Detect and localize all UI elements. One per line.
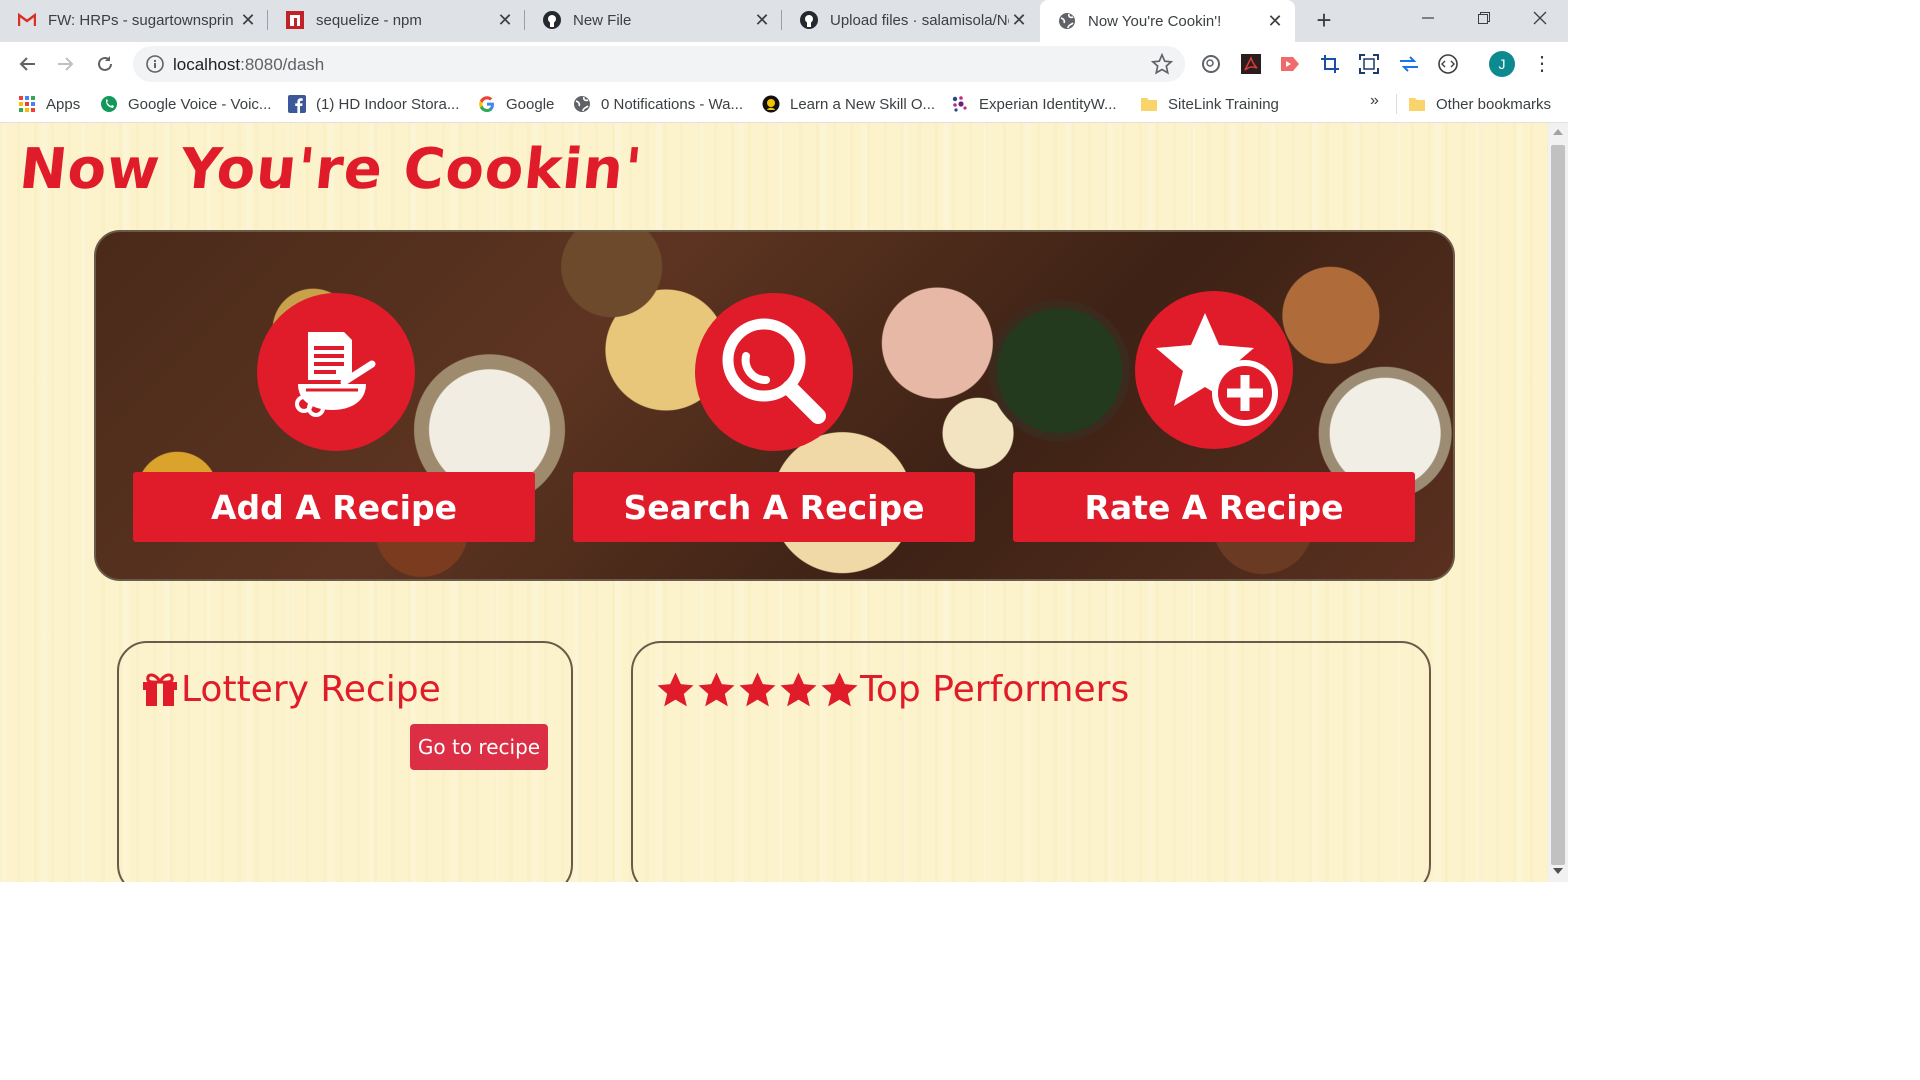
star-plus-icon[interactable] — [1135, 291, 1293, 449]
tab-title: Upload files · salamisola/No — [830, 11, 1009, 29]
github-icon — [800, 11, 818, 29]
lottery-recipe-title: Lottery Recipe — [141, 669, 441, 710]
bookmark-label: Learn a New Skill O... — [790, 95, 936, 113]
bookmark-label: Google — [506, 95, 555, 113]
close-tab-icon[interactable]: ✕ — [238, 10, 258, 31]
google-voice-icon — [100, 95, 118, 113]
globe-icon — [573, 95, 591, 113]
star-icon — [780, 672, 817, 706]
experian-icon — [951, 95, 969, 113]
tab-new-file[interactable]: New File ✕ — [525, 0, 782, 40]
tab-title: FW: HRPs - sugartownsprin — [48, 11, 234, 29]
bookmark-notifications[interactable]: 0 Notifications - Wa... — [573, 94, 743, 114]
page-viewport: Now You're Cookin' Add A Recipe Search A… — [0, 123, 1548, 882]
bookmark-label: (1) HD Indoor Stora... — [316, 95, 460, 113]
gift-icon — [141, 672, 179, 708]
folder-icon — [1408, 95, 1426, 113]
devtools-extension-icon[interactable] — [1436, 52, 1460, 76]
bookmark-label: Other bookmarks — [1436, 95, 1552, 113]
google-icon — [478, 95, 496, 113]
card-title-text: Top Performers — [860, 669, 1130, 710]
bookmark-label: 0 Notifications - Wa... — [601, 95, 743, 113]
pdf-extension-icon[interactable] — [1239, 52, 1263, 76]
crop-extension-icon[interactable] — [1318, 52, 1342, 76]
bookmark-label: Apps — [46, 95, 81, 113]
scroll-thumb[interactable] — [1551, 145, 1565, 865]
gmail-icon — [18, 11, 36, 29]
hero-banner: Add A Recipe Search A Recipe Rate A Reci… — [94, 230, 1455, 581]
reload-icon[interactable] — [91, 50, 119, 78]
rating-stars — [655, 670, 860, 710]
bookmark-google-voice[interactable]: Google Voice - Voic... — [100, 94, 271, 114]
top-performers-card: Top Performers — [631, 641, 1431, 882]
lottery-recipe-card: Lottery Recipe Go to recipe — [117, 641, 573, 882]
bookmark-google[interactable]: Google — [478, 94, 554, 114]
bookmark-sitelink-training[interactable]: SiteLink Training — [1140, 94, 1279, 114]
bookmarks-overflow-button[interactable]: » — [1370, 92, 1379, 110]
close-tab-icon[interactable]: ✕ — [1265, 11, 1285, 32]
browser-toolbar: localhost:8080/dash J ⋮ — [0, 42, 1568, 86]
zoom-extension-icon[interactable] — [1199, 52, 1223, 76]
tab-npm[interactable]: sequelize - npm ✕ — [268, 0, 525, 40]
star-icon — [739, 672, 776, 706]
search-recipe-button[interactable]: Search A Recipe — [573, 472, 975, 542]
recipe-bowl-icon[interactable] — [257, 293, 415, 451]
tab-now-youre-cookin[interactable]: Now You're Cookin'! ✕ — [1040, 0, 1295, 42]
bookmark-experian[interactable]: Experian IdentityW... — [951, 94, 1117, 114]
tab-title: sequelize - npm — [316, 11, 422, 29]
minimize-icon[interactable] — [1400, 0, 1456, 36]
sync-extension-icon[interactable] — [1397, 52, 1421, 76]
github-icon — [543, 11, 561, 29]
menu-kebab-icon[interactable]: ⋮ — [1532, 52, 1552, 76]
forward-icon[interactable] — [52, 50, 80, 78]
top-performers-title: Top Performers — [655, 669, 1129, 710]
browser-tab-strip: FW: HRPs - sugartownsprin ✕ sequelize - … — [0, 0, 1568, 42]
scroll-up-arrow-icon[interactable] — [1553, 129, 1563, 135]
bookmark-label: Experian IdentityW... — [979, 95, 1117, 113]
bookmark-apps[interactable]: Apps — [18, 94, 80, 114]
address-bar[interactable]: localhost:8080/dash — [133, 46, 1185, 82]
folder-icon — [1140, 95, 1158, 113]
scroll-down-arrow-icon[interactable] — [1553, 868, 1563, 874]
close-tab-icon[interactable]: ✕ — [495, 10, 515, 31]
go-to-recipe-button[interactable]: Go to recipe — [410, 724, 548, 770]
bookmark-label: SiteLink Training — [1168, 95, 1279, 113]
star-icon — [821, 672, 858, 706]
page-scrollbar[interactable] — [1548, 123, 1568, 882]
skill-icon — [762, 95, 780, 113]
restore-icon[interactable] — [1456, 0, 1512, 36]
close-window-icon[interactable] — [1512, 0, 1568, 36]
star-icon — [657, 672, 694, 706]
bookmark-facebook[interactable]: (1) HD Indoor Stora... — [288, 94, 459, 114]
site-info-icon[interactable] — [145, 54, 165, 74]
profile-avatar[interactable]: J — [1489, 51, 1515, 77]
close-tab-icon[interactable]: ✕ — [1009, 10, 1029, 31]
add-recipe-button[interactable]: Add A Recipe — [133, 472, 535, 542]
tab-upload-files[interactable]: Upload files · salamisola/No ✕ — [782, 0, 1039, 40]
new-tab-button[interactable]: + — [1310, 6, 1338, 34]
cast-extension-icon[interactable] — [1278, 52, 1302, 76]
facebook-icon — [288, 95, 306, 113]
bookmark-other-bookmarks[interactable]: Other bookmarks — [1408, 94, 1551, 114]
tab-gmail[interactable]: FW: HRPs - sugartownsprin ✕ — [0, 0, 268, 40]
url-text: localhost:8080/dash — [173, 55, 325, 74]
bookmark-learn-skill[interactable]: Learn a New Skill O... — [762, 94, 935, 114]
npm-icon — [286, 11, 304, 29]
apps-grid-icon — [18, 95, 36, 113]
card-title-text: Lottery Recipe — [181, 669, 441, 710]
bookmark-label: Google Voice - Voic... — [128, 95, 272, 113]
tab-title: New File — [573, 11, 632, 29]
site-title: Now You're Cookin' — [16, 137, 646, 202]
bookmarks-bar: Apps Google Voice - Voic... (1) HD Indoo… — [0, 86, 1568, 123]
close-tab-icon[interactable]: ✕ — [752, 10, 772, 31]
screenshot-extension-icon[interactable] — [1357, 52, 1381, 76]
globe-icon — [1058, 12, 1076, 30]
star-icon — [698, 672, 735, 706]
rate-recipe-button[interactable]: Rate A Recipe — [1013, 472, 1415, 542]
back-icon[interactable] — [13, 50, 41, 78]
tab-title: Now You're Cookin'! — [1088, 12, 1222, 30]
bookmark-star-icon[interactable] — [1150, 52, 1174, 75]
search-magnifier-icon[interactable] — [695, 293, 853, 451]
